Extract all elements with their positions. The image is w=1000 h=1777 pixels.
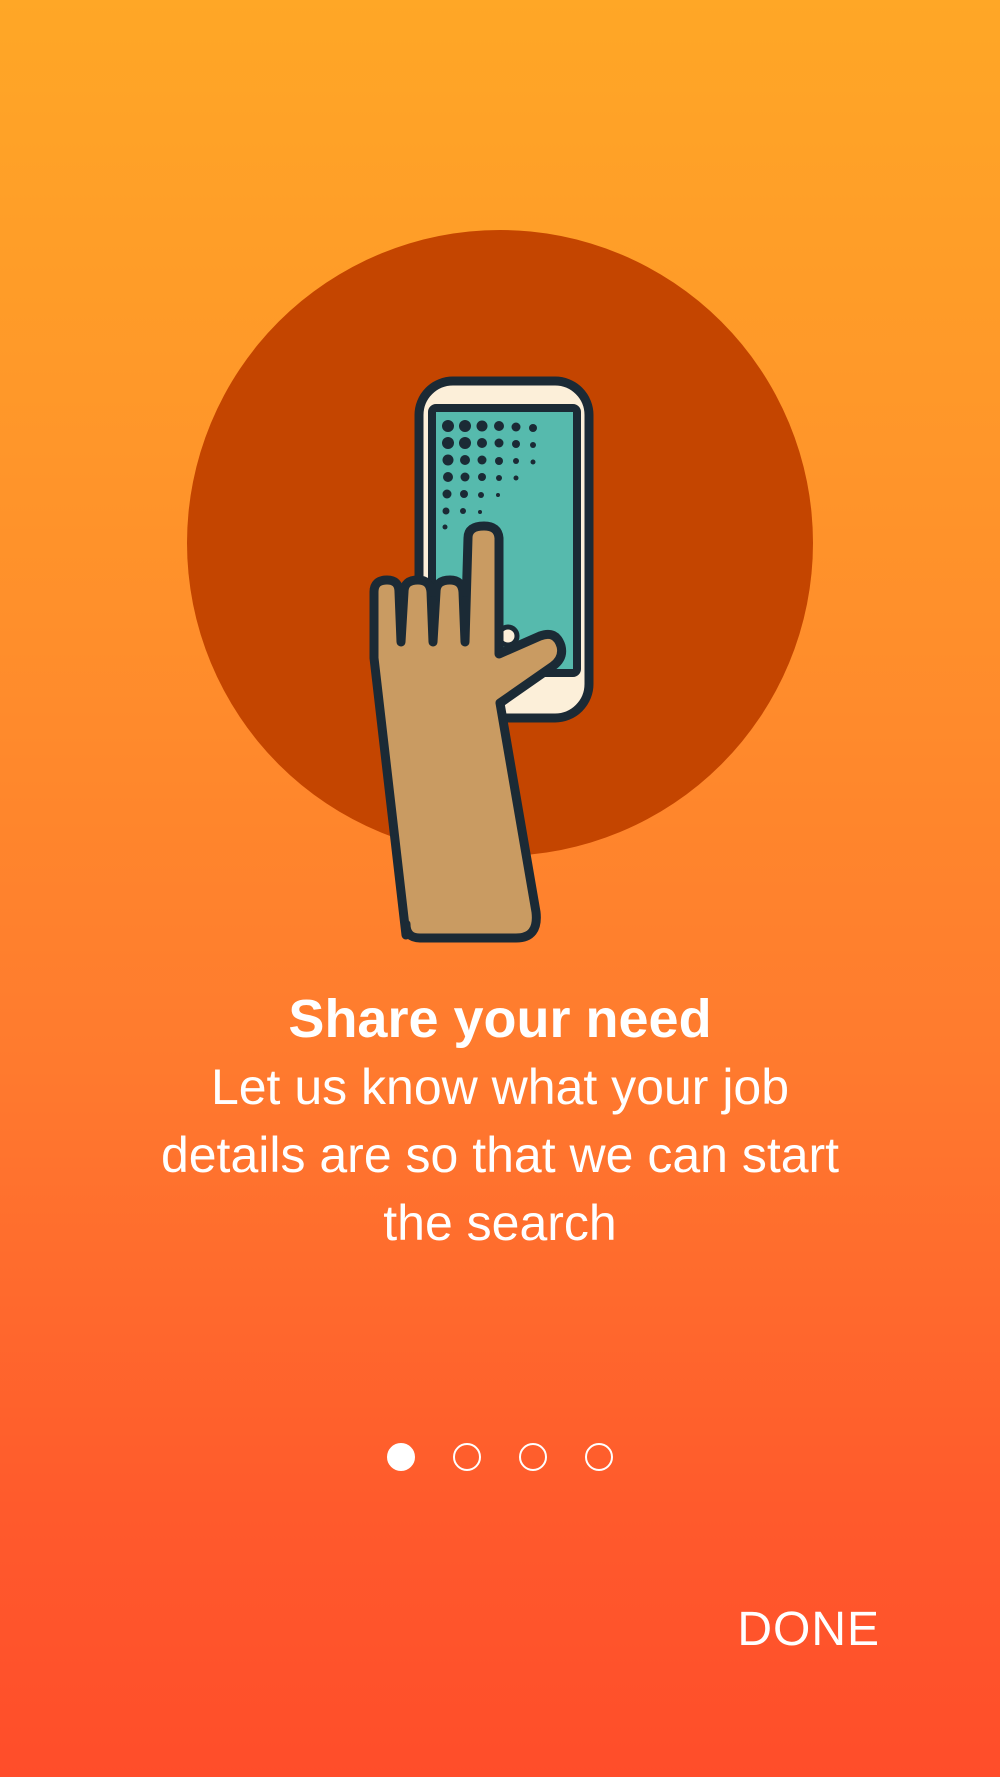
page-indicator xyxy=(0,1443,1000,1471)
onboarding-screen: Share your need Let us know what your jo… xyxy=(0,0,1000,1777)
done-button[interactable]: DONE xyxy=(737,1602,880,1657)
onboarding-title: Share your need xyxy=(288,989,712,1049)
page-dot-2[interactable] xyxy=(453,1443,481,1471)
onboarding-text: Share your need Let us know what your jo… xyxy=(100,985,900,1257)
hand-tapping-phone-icon xyxy=(187,230,813,943)
page-dot-4[interactable] xyxy=(585,1443,613,1471)
page-dot-3[interactable] xyxy=(519,1443,547,1471)
onboarding-description: Let us know what your job details are so… xyxy=(160,1059,840,1251)
page-dot-1[interactable] xyxy=(387,1443,415,1471)
